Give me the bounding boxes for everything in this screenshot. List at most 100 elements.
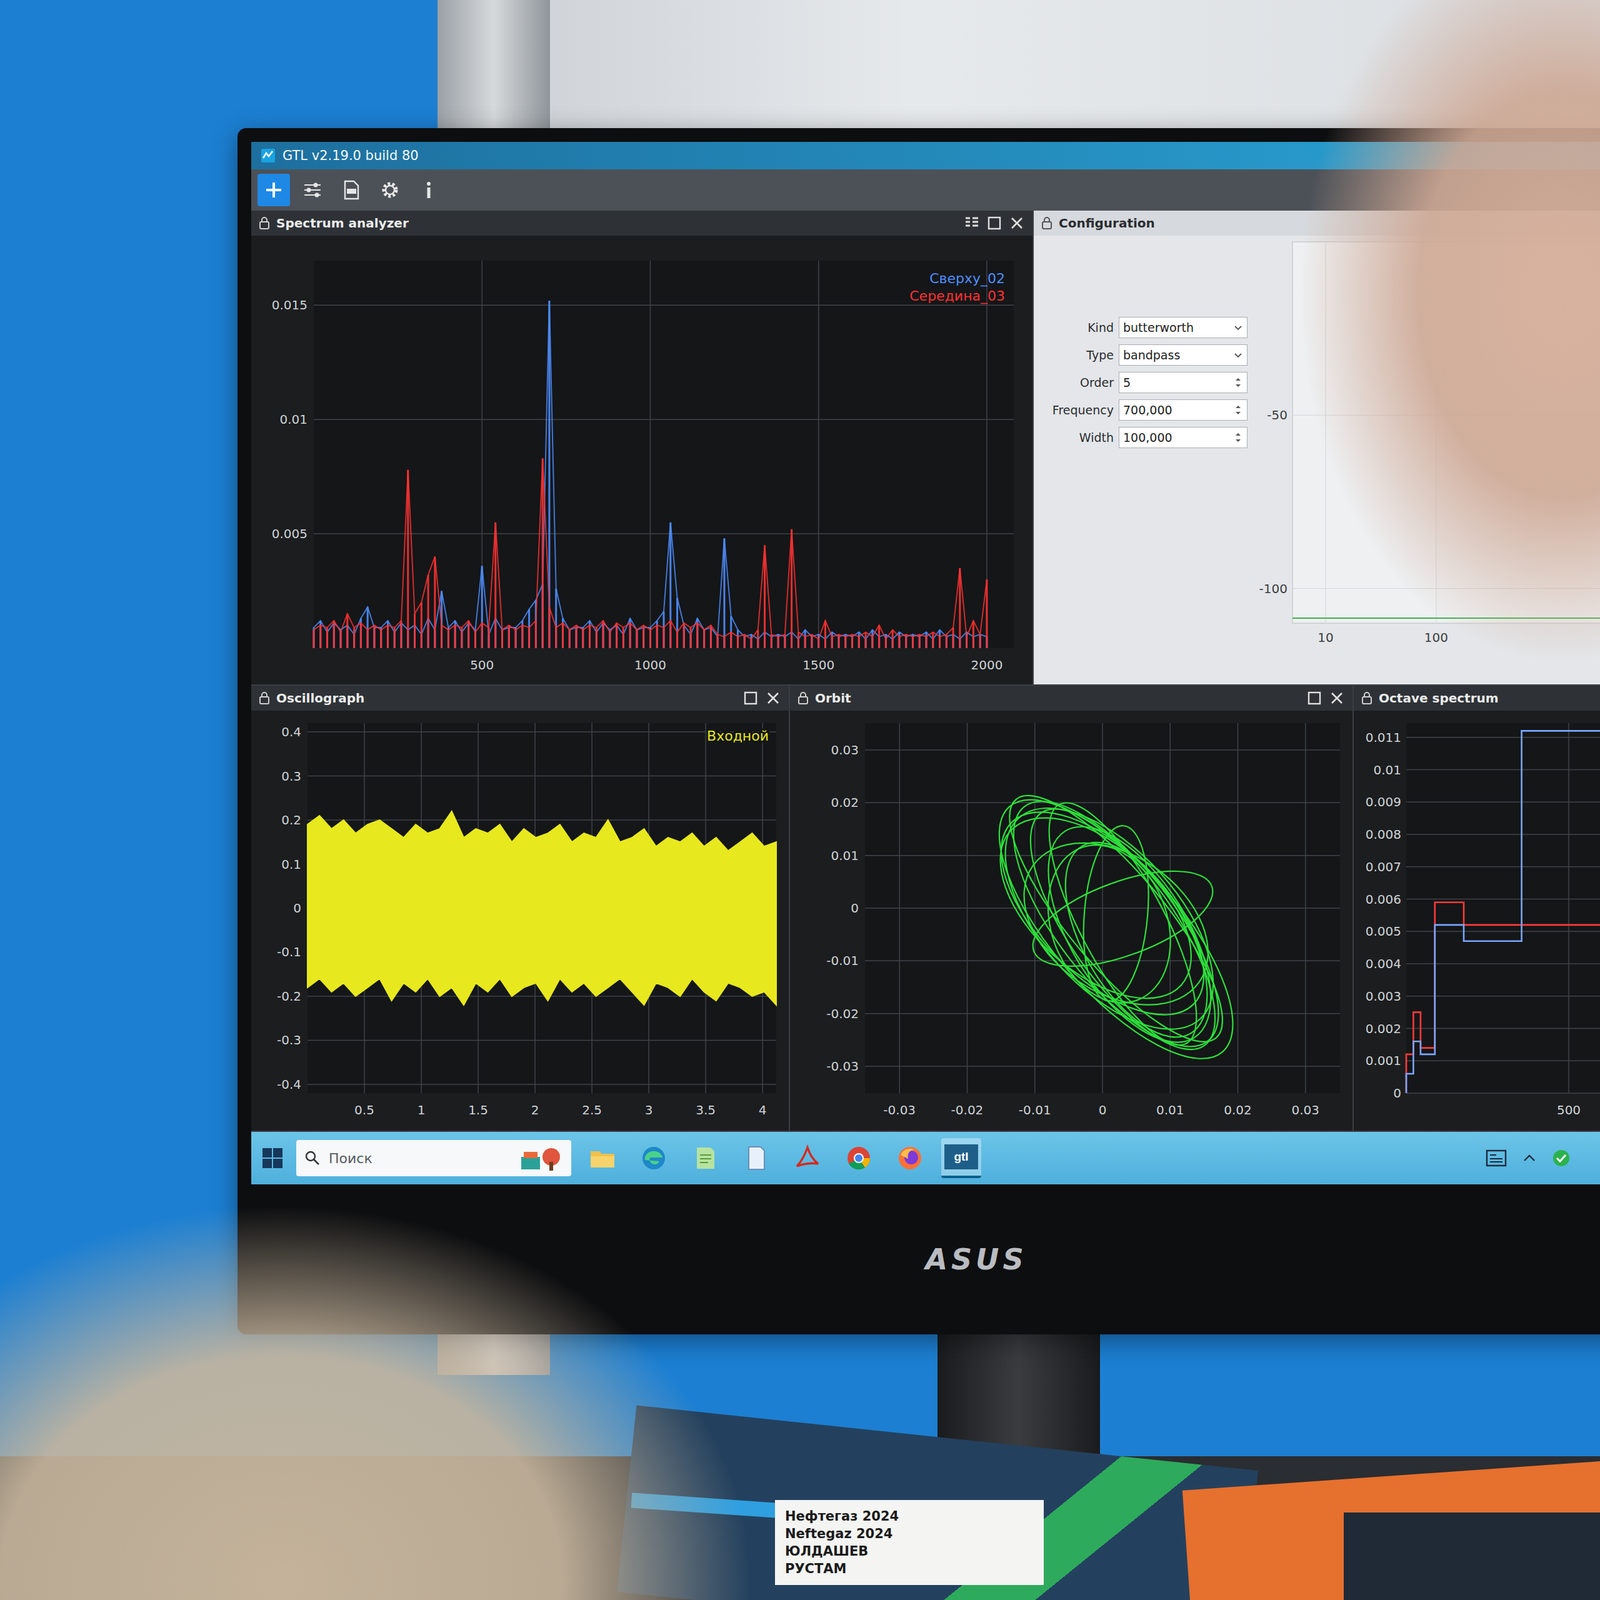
panel-title: Octave spectrum <box>1378 690 1499 706</box>
panel-title: Configuration <box>1058 215 1155 231</box>
taskbar-app[interactable] <box>582 1138 623 1179</box>
field-input[interactable]: 100,000 <box>1118 426 1248 449</box>
spectrum-line <box>858 636 860 649</box>
spectrum-line <box>481 623 484 649</box>
spectrum-line <box>440 625 443 649</box>
windows-logo-icon[interactable] <box>260 1145 285 1171</box>
taskbar-app[interactable] <box>787 1138 828 1179</box>
document-icon <box>741 1143 771 1173</box>
toolbar-button[interactable] <box>257 173 290 207</box>
spectrum-line <box>743 634 746 649</box>
form-row: Width100,000 <box>1038 426 1248 449</box>
chevron-down-icon <box>1233 350 1244 360</box>
search-box[interactable]: Поиск <box>296 1140 572 1177</box>
spectrum-line <box>454 625 457 649</box>
spectrum-line <box>447 630 450 649</box>
plot-area <box>1406 723 1600 1094</box>
x-tick: 1000 <box>634 657 667 673</box>
widgets-icon[interactable] <box>1485 1148 1508 1168</box>
y-tick: 0.001 <box>1365 1053 1402 1069</box>
spectrum-line <box>810 634 813 649</box>
grid-line <box>1406 1060 1600 1062</box>
panel-header: Orbit <box>790 685 1353 711</box>
spectrum-line <box>420 602 423 649</box>
y-tick: 0.1 <box>281 856 302 872</box>
spectrum-line <box>380 627 382 649</box>
spectrum-line <box>972 620 975 649</box>
grid-line <box>1406 769 1600 771</box>
spectrum-line <box>427 575 430 649</box>
spectrum-line <box>696 623 699 649</box>
taskbar-app[interactable] <box>685 1138 725 1179</box>
lock-icon <box>258 216 270 230</box>
chevron-up-icon[interactable] <box>1521 1150 1538 1167</box>
taskbar-app[interactable]: gtl <box>941 1138 982 1179</box>
grid-line <box>818 260 820 649</box>
visitor-badge: Нефтегаз 2024Neftegaz 2024ЮЛДАШЕВРУСТАМ <box>775 1500 1044 1585</box>
orbit-loop <box>993 809 1239 1039</box>
y-tick: 0.003 <box>1365 988 1402 1004</box>
spectrum-line <box>871 636 874 649</box>
toolbar-button[interactable] <box>373 173 407 207</box>
oscillograph-panel: Oscillograph0.40.30.20.10-0.1-0.2-0.3-0.… <box>251 685 790 1132</box>
toolbar-button[interactable] <box>412 173 445 207</box>
spectrum-line <box>831 636 834 649</box>
field-input[interactable]: butterworth <box>1118 316 1248 339</box>
spectrum-line <box>515 627 517 649</box>
search-placeholder: Поиск <box>328 1150 373 1167</box>
legend-item: Середина_03 <box>909 288 1005 305</box>
lock-icon <box>258 691 270 705</box>
orbit-loop <box>1021 784 1224 1064</box>
spectrum-line <box>360 623 362 649</box>
spectrum-line <box>938 636 941 649</box>
orbit-loop <box>966 777 1239 1049</box>
spectrum-line <box>945 634 948 649</box>
close-icon[interactable] <box>1008 215 1025 232</box>
spectrum-line <box>878 625 880 649</box>
x-tick: 0.02 <box>1223 1102 1252 1118</box>
field-input[interactable]: 700,000 <box>1118 399 1248 421</box>
close-icon[interactable] <box>1328 690 1345 707</box>
taskbar-app[interactable] <box>633 1138 674 1179</box>
security-check-icon[interactable] <box>1551 1148 1572 1169</box>
toolbar-button[interactable] <box>296 173 329 207</box>
maximize-icon[interactable] <box>986 215 1003 232</box>
maximize-icon[interactable] <box>742 690 759 707</box>
spectrum-line <box>750 634 753 649</box>
taskbar-app[interactable] <box>890 1138 930 1179</box>
toolbar-button[interactable] <box>335 173 368 207</box>
spectrum-line <box>851 634 854 649</box>
search-icon <box>303 1149 322 1167</box>
spectrum-line <box>548 606 550 649</box>
spectrum-line <box>730 631 732 649</box>
grid-line <box>1406 736 1600 739</box>
spectrum-line <box>380 630 382 649</box>
plot-area <box>865 723 1340 1094</box>
orbit-loop <box>1026 827 1192 1020</box>
x-tick: -0.02 <box>951 1102 984 1118</box>
spectrum-line <box>555 627 557 649</box>
field-label: Order <box>1038 375 1114 390</box>
taskbar-app[interactable] <box>736 1138 777 1179</box>
grid-line <box>986 260 988 649</box>
field-label: Type <box>1038 348 1114 362</box>
close-icon[interactable] <box>765 690 782 707</box>
orbit-loop <box>961 765 1271 1094</box>
spectrum-line <box>979 634 982 649</box>
field-input[interactable]: bandpass <box>1118 344 1248 366</box>
spectrum-line <box>736 630 739 649</box>
spectrum-line <box>703 630 705 649</box>
spectrum-line <box>891 630 894 649</box>
layout-icon[interactable] <box>963 215 980 232</box>
field-input[interactable]: 5 <box>1118 371 1248 394</box>
grid-line <box>1406 898 1600 900</box>
spectrum-line <box>871 630 874 649</box>
x-tick: 0 <box>1098 1102 1107 1118</box>
field-label: Frequency <box>1038 403 1114 417</box>
maximize-icon[interactable] <box>1306 690 1323 707</box>
lock-icon <box>797 691 809 705</box>
chevron-down-icon <box>1233 322 1244 333</box>
spectrum-line <box>911 636 914 649</box>
spectrum-line <box>433 556 436 649</box>
taskbar-app[interactable] <box>838 1138 879 1179</box>
